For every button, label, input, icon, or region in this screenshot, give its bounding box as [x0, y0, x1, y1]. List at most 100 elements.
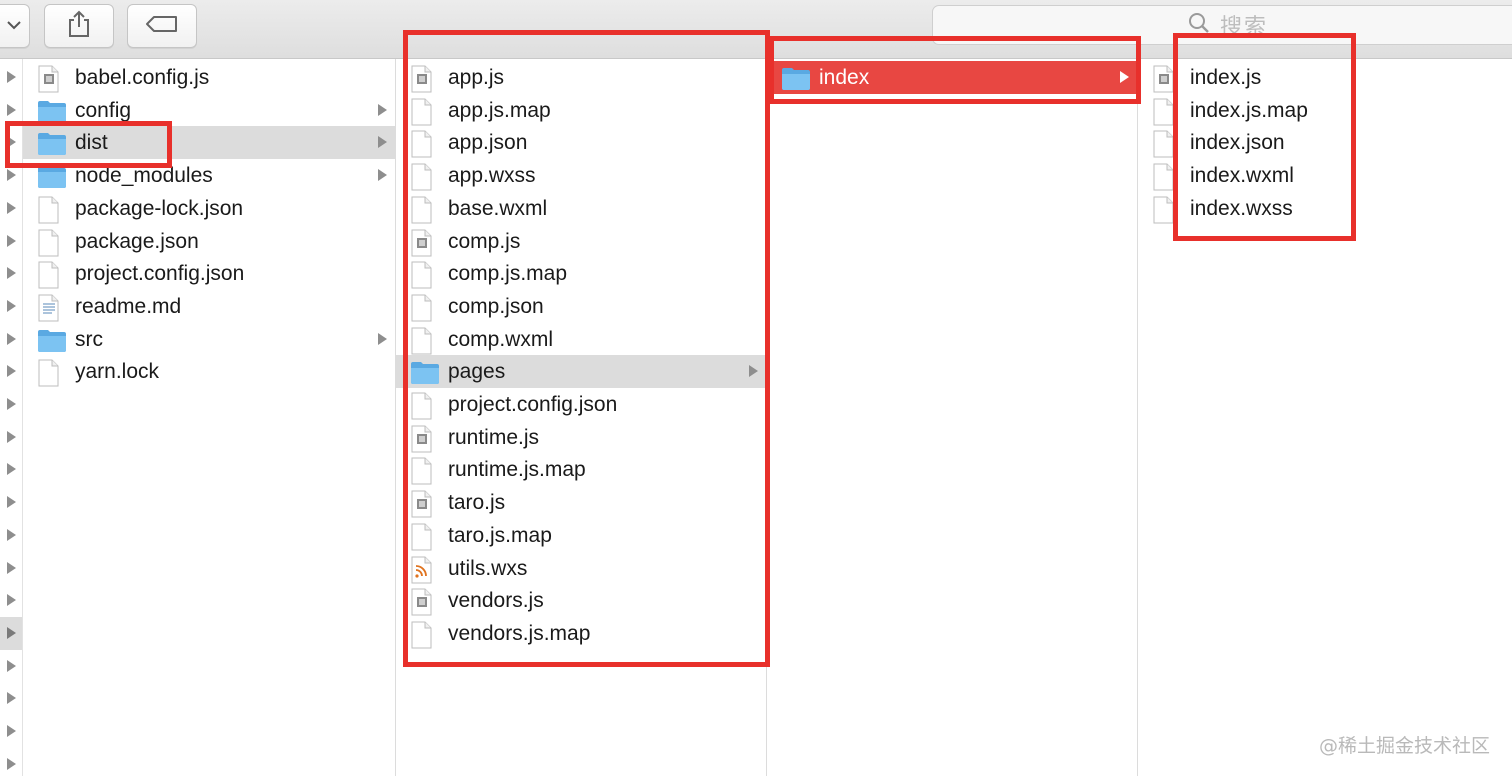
search-field[interactable]: 搜索 — [932, 5, 1512, 45]
document-icon — [410, 130, 436, 158]
disclosure-triangle-icon[interactable] — [7, 103, 16, 116]
disclosure-triangle-icon[interactable] — [7, 757, 16, 770]
disclosure-arrow-icon — [1120, 71, 1129, 83]
item-name: config — [75, 98, 132, 122]
folder-row[interactable]: node_modules — [23, 159, 395, 192]
item-name: comp.js.map — [448, 262, 568, 286]
disclosure-triangle-icon[interactable] — [7, 398, 16, 410]
file-row[interactable]: utils.wxs — [396, 552, 766, 585]
disclosure-triangle-icon[interactable] — [7, 136, 16, 149]
disclosure-triangle-icon[interactable] — [7, 594, 16, 607]
file-row[interactable]: vendors.js.map — [396, 617, 766, 650]
chevron-down-icon — [7, 17, 21, 35]
document-icon — [410, 196, 436, 224]
share-button[interactable] — [44, 4, 114, 48]
disclosure-triangle-icon[interactable] — [7, 234, 16, 247]
disclosure-triangle-icon[interactable] — [7, 496, 16, 509]
file-row[interactable]: yarn.lock — [23, 355, 395, 388]
file-row[interactable]: package.json — [23, 225, 395, 258]
disclosure-triangle-icon[interactable] — [7, 430, 16, 443]
script-file-icon — [410, 65, 436, 93]
document-icon — [1152, 98, 1178, 126]
disclosure-triangle-icon[interactable] — [7, 626, 16, 639]
folder-row[interactable]: src — [23, 323, 395, 356]
column-dist: app.js app.js.map app.json app.wxss base.wxm… — [396, 59, 767, 776]
file-row[interactable]: app.js — [396, 61, 766, 94]
tag-icon — [145, 15, 179, 38]
item-name: runtime.js — [448, 425, 540, 449]
column-index: index.js index.js.map index.json index.wxml… — [1138, 59, 1512, 776]
disclosure-triangle-icon[interactable] — [7, 169, 16, 182]
disclosure-triangle-icon[interactable] — [7, 659, 16, 672]
file-row[interactable]: runtime.js — [396, 421, 766, 454]
file-row[interactable]: project.config.json — [23, 257, 395, 290]
disclosure-triangle-icon[interactable] — [7, 267, 16, 280]
disclosure-triangle-icon[interactable] — [7, 365, 16, 378]
file-row[interactable]: index.js.map — [1138, 94, 1512, 127]
file-row[interactable]: taro.js — [396, 486, 766, 519]
finder-toolbar: 搜索 — [0, 0, 1512, 59]
folder-icon — [410, 359, 439, 385]
disclosure-triangle-icon[interactable] — [7, 201, 16, 214]
item-name: babel.config.js — [75, 66, 210, 89]
file-row[interactable]: index.js — [1138, 61, 1512, 94]
document-icon — [37, 229, 63, 256]
disclosure-triangle-icon[interactable] — [7, 71, 16, 83]
folder-row[interactable]: pages — [396, 355, 766, 389]
folder-row[interactable]: config — [23, 94, 395, 127]
item-name: vendors.js — [448, 589, 544, 613]
folder-icon — [37, 163, 66, 189]
file-row[interactable]: vendors.js — [396, 584, 766, 617]
disclosure-triangle-icon[interactable] — [7, 299, 16, 312]
file-row[interactable]: app.js.map — [396, 94, 766, 127]
item-name: dist — [75, 131, 108, 155]
disclosure-triangle-icon[interactable] — [7, 463, 16, 476]
item-name: index.wxss — [1190, 196, 1293, 220]
file-row[interactable]: comp.json — [396, 290, 766, 323]
item-name: index.json — [1190, 131, 1285, 155]
file-row[interactable]: comp.js.map — [396, 257, 766, 290]
tags-button[interactable] — [127, 4, 197, 48]
disclosure-triangle-icon[interactable] — [7, 332, 16, 345]
disclosure-arrow-icon — [749, 365, 758, 378]
search-placeholder: 搜索 — [1219, 14, 1268, 39]
file-row[interactable]: readme.md — [23, 290, 395, 323]
document-icon — [410, 294, 436, 322]
file-row[interactable]: index.json — [1138, 126, 1512, 159]
file-row[interactable]: index.wxss — [1138, 192, 1512, 225]
disclosure-triangle-icon[interactable] — [7, 725, 16, 737]
item-name: yarn.lock — [75, 360, 160, 384]
item-name: package-lock.json — [75, 196, 244, 220]
file-row[interactable]: app.json — [396, 126, 766, 159]
column-project-root: babel.config.js config dist node_modulespac… — [23, 59, 396, 776]
folder-row[interactable]: dist — [23, 126, 395, 160]
file-row[interactable]: package-lock.json — [23, 192, 395, 225]
file-row[interactable]: comp.js — [396, 225, 766, 258]
file-row[interactable]: project.config.json — [396, 388, 766, 421]
text-file-icon — [37, 294, 63, 322]
document-icon — [1152, 130, 1178, 158]
file-row[interactable]: taro.js.map — [396, 519, 766, 552]
file-row[interactable]: base.wxml — [396, 192, 766, 225]
item-name: comp.js — [448, 229, 521, 253]
file-row[interactable]: comp.wxml — [396, 323, 766, 356]
item-name: src — [75, 327, 103, 351]
file-row[interactable]: index.wxml — [1138, 159, 1512, 192]
disclosure-triangle-icon[interactable] — [7, 528, 16, 541]
folder-icon — [37, 98, 66, 124]
disclosure-arrow-icon — [378, 136, 387, 149]
item-name: index.js.map — [1190, 98, 1308, 122]
document-icon — [1152, 163, 1178, 191]
disclosure-triangle-icon[interactable] — [7, 692, 16, 705]
script-file-icon — [410, 588, 436, 616]
disclosure-triangle-icon[interactable] — [7, 561, 16, 574]
folder-row[interactable]: index — [767, 61, 1137, 94]
file-row[interactable]: runtime.js.map — [396, 453, 766, 486]
script-file-icon — [410, 490, 436, 518]
script-file-icon — [410, 425, 436, 453]
view-dropdown-button[interactable] — [0, 4, 30, 48]
file-row[interactable]: babel.config.js — [23, 61, 395, 94]
watermark: @稀土掘金技术社区 — [1318, 735, 1490, 757]
file-row[interactable]: app.wxss — [396, 159, 766, 192]
document-icon — [410, 261, 436, 289]
